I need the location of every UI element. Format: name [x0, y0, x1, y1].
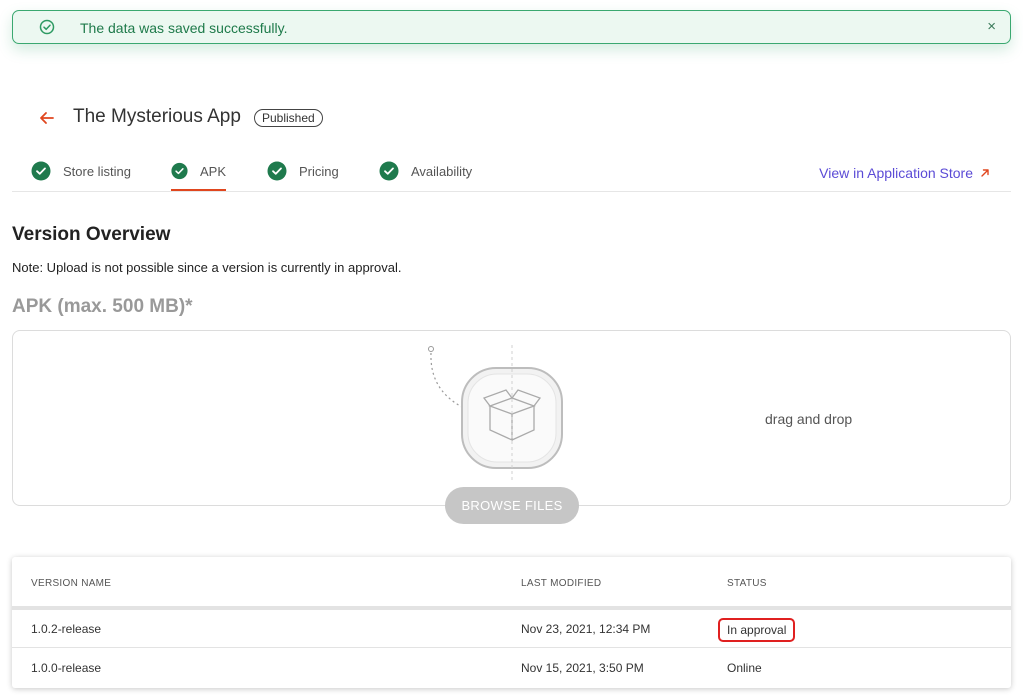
version-name-cell: 1.0.2-release [31, 622, 102, 636]
version-name-cell: 1.0.0-release [31, 661, 102, 675]
tab-label: Availability [411, 164, 473, 179]
close-icon[interactable]: × [987, 18, 996, 35]
tab-label: APK [199, 164, 226, 179]
status-cell: Online [727, 661, 762, 675]
section-title: Version Overview [12, 224, 171, 245]
check-circle-icon [379, 161, 399, 181]
tab-apk[interactable]: APK [171, 160, 226, 191]
check-circle-icon [267, 161, 287, 181]
status-cell-highlighted: In approval [718, 618, 796, 642]
back-arrow-icon[interactable] [38, 109, 56, 127]
tab-label: Pricing [299, 164, 339, 179]
column-header-version-name: VERSION NAME [31, 578, 112, 589]
table-row[interactable]: 1.0.0-release Nov 15, 2021, 3:50 PM Onli… [12, 649, 1011, 687]
tab-label: Store listing [63, 164, 131, 179]
check-circle-icon [31, 161, 51, 181]
upload-box-icon [428, 345, 563, 480]
tabs-divider [12, 191, 1011, 192]
status-badge: Published [254, 109, 323, 127]
versions-table: VERSION NAME LAST MODIFIED STATUS 1.0.2-… [12, 557, 1011, 688]
table-row[interactable]: 1.0.2-release Nov 23, 2021, 12:34 PM In … [12, 610, 1011, 648]
check-circle-icon [39, 19, 55, 35]
tab-store-listing[interactable]: Store listing [31, 160, 131, 191]
upload-note: Note: Upload is not possible since a ver… [12, 260, 402, 275]
apk-label: APK (max. 500 MB)* [12, 296, 193, 317]
column-header-last-modified: LAST MODIFIED [521, 578, 602, 589]
view-in-store-link[interactable]: View in Application Store [819, 165, 990, 181]
success-toast: The data was saved successfully. × [12, 10, 1011, 44]
last-modified-cell: Nov 23, 2021, 12:34 PM [521, 622, 651, 636]
external-link-icon [981, 169, 989, 177]
column-header-status: STATUS [727, 578, 767, 589]
drag-and-drop-text: drag and drop [765, 411, 853, 427]
tab-pricing[interactable]: Pricing [267, 160, 339, 191]
page-title: The Mysterious App [73, 106, 241, 127]
browse-files-button[interactable]: BROWSE FILES [445, 487, 579, 524]
last-modified-cell: Nov 15, 2021, 3:50 PM [521, 661, 644, 675]
check-circle-icon [171, 162, 188, 180]
toast-message: The data was saved successfully. [80, 20, 288, 36]
view-in-store-label: View in Application Store [819, 165, 973, 181]
tab-availability[interactable]: Availability [379, 160, 472, 191]
